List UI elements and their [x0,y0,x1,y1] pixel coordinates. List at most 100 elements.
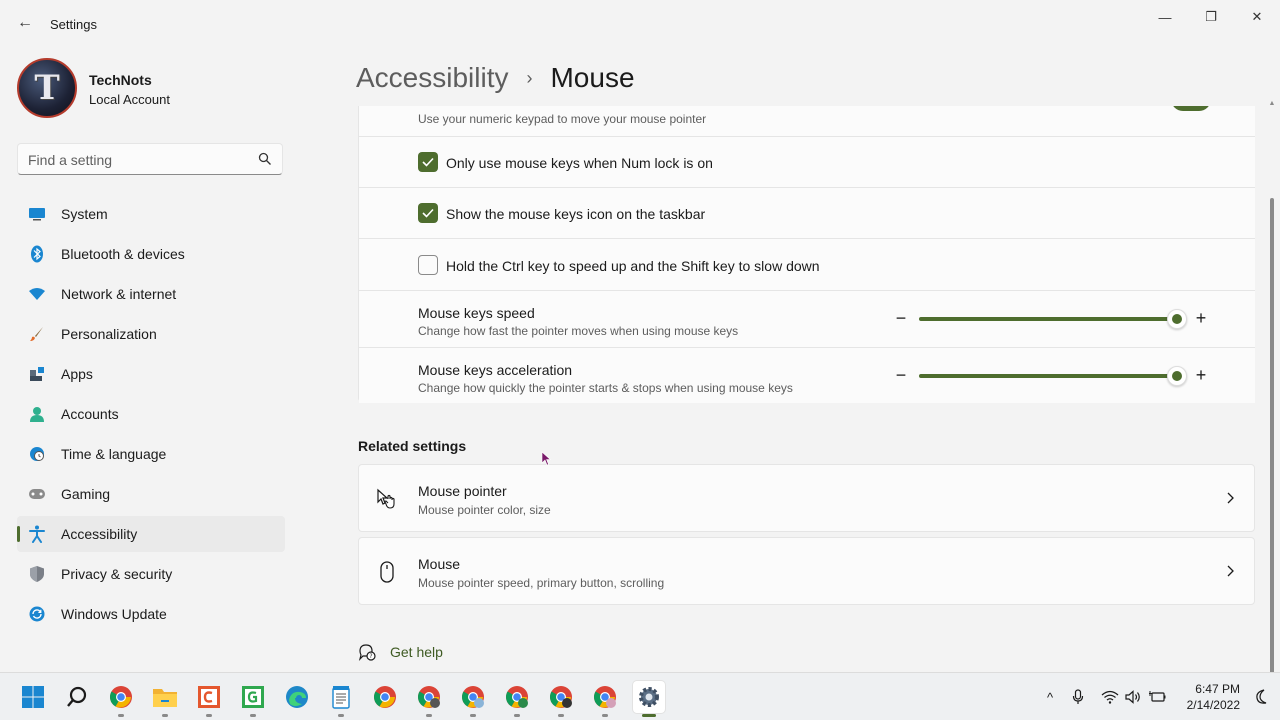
acceleration-title: Mouse keys acceleration [418,362,573,378]
breadcrumb-parent[interactable]: Accessibility [356,62,508,94]
app-title: Settings [50,17,97,32]
taskbar-settings[interactable] [633,681,665,717]
scroll-thumb[interactable] [1270,198,1274,720]
chevron-right-icon [1227,492,1234,504]
chrome-icon [462,686,484,708]
taskbar-chrome-3[interactable] [413,681,445,717]
sidebar-item-label: Network & internet [61,286,177,302]
taskbar-edge[interactable] [281,681,313,713]
user-profile[interactable]: T TechNots Local Account [17,58,317,120]
sidebar-item-privacy[interactable]: Privacy & security [17,556,285,592]
acceleration-slider-thumb[interactable] [1167,366,1187,386]
acceleration-increase-button[interactable]: + [1193,365,1209,385]
mouse-keys-header-row: Use your numeric keypad to move your mou… [359,106,1255,137]
settings-gear-icon [639,687,659,707]
volume-icon[interactable] [1125,688,1143,706]
checkbox-num-lock[interactable] [418,152,438,172]
update-icon [28,605,46,623]
mouse-pointer-link[interactable]: Mouse pointer Mouse pointer color, size [358,464,1255,532]
sidebar-item-label: Windows Update [61,606,167,622]
chrome-icon [594,686,616,708]
sidebar-item-gaming[interactable]: Gaming [17,476,285,512]
sidebar-item-label: System [61,206,108,222]
wifi-icon[interactable] [1101,688,1119,706]
get-help-link[interactable]: ? Get help [358,640,443,664]
link-subtitle: Mouse pointer color, size [418,503,551,517]
speed-slider[interactable] [919,317,1177,321]
option-row[interactable]: Only use mouse keys when Num lock is on [359,137,1255,188]
taskbar-chrome-2[interactable] [369,681,401,713]
search-input[interactable]: Find a setting [28,152,112,168]
sidebar-item-label: Time & language [61,446,167,462]
title-bar: ← Settings — ❐ ✕ [0,0,1280,48]
sidebar-item-accounts[interactable]: Accounts [17,396,285,432]
start-button[interactable] [17,681,49,713]
taskbar-jetbrains-g[interactable] [237,681,269,717]
breadcrumb-separator: › [526,67,533,88]
sidebar-item-system[interactable]: System [17,196,285,232]
speed-increase-button[interactable]: + [1193,308,1209,328]
speed-title: Mouse keys speed [418,305,535,321]
mouse-link[interactable]: Mouse Mouse pointer speed, primary butto… [358,537,1255,605]
checkbox-label: Hold the Ctrl key to speed up and the Sh… [446,258,820,274]
sidebar-item-network[interactable]: Network & internet [17,276,285,312]
tray-overflow-button[interactable]: ^ [1041,688,1059,706]
sidebar-item-apps[interactable]: Apps [17,356,285,392]
focus-assist-moon-icon[interactable] [1252,688,1270,706]
minimize-button[interactable]: — [1142,6,1188,28]
get-help-label: Get help [390,644,443,660]
main-content: Use your numeric keypad to move your mou… [358,106,1255,672]
chrome-icon [418,686,440,708]
taskbar-chrome-6[interactable] [545,681,577,717]
system-icon [28,205,46,223]
mouse-cursor-icon [541,451,552,466]
taskbar-chrome-1[interactable] [105,681,137,717]
avatar: T [17,58,77,118]
scroll-down-arrow[interactable]: ▼ [1268,658,1276,666]
mouse-keys-subtitle: Use your numeric keypad to move your mou… [418,112,707,126]
speed-decrease-button[interactable]: − [893,308,909,328]
sidebar-item-windows-update[interactable]: Windows Update [17,596,285,632]
close-button[interactable]: ✕ [1234,6,1280,28]
speed-slider-thumb[interactable] [1167,309,1187,329]
microphone-icon[interactable] [1069,688,1087,706]
mouse-pointer-icon [377,488,395,509]
checkbox-taskbar-icon[interactable] [418,203,438,223]
taskbar-notepad[interactable] [325,681,357,717]
option-row[interactable]: Hold the Ctrl key to speed up and the Sh… [359,239,1255,291]
sidebar-item-personalization[interactable]: Personalization [17,316,285,352]
sidebar-item-accessibility[interactable]: Accessibility [17,516,285,552]
maximize-button[interactable]: ❐ [1188,6,1234,28]
taskbar-file-explorer[interactable] [149,681,181,717]
acceleration-slider[interactable] [919,374,1177,378]
mouse-keys-acceleration-row: Mouse keys acceleration Change how quick… [359,348,1255,403]
search-box[interactable]: Find a setting [17,143,283,175]
option-row[interactable]: Show the mouse keys icon on the taskbar [359,188,1255,239]
taskbar-search-button[interactable] [61,681,93,713]
taskbar-chrome-4[interactable] [457,681,489,717]
profile-account-type: Local Account [89,92,170,107]
battery-icon[interactable] [1149,688,1167,706]
notepad-icon [332,686,350,709]
sidebar-item-bluetooth[interactable]: Bluetooth & devices [17,236,285,272]
sidebar-item-time-language[interactable]: Time & language [17,436,285,472]
accessibility-icon [28,525,46,543]
mouse-keys-toggle[interactable] [1171,106,1211,111]
help-icon: ? [358,644,376,661]
scroll-up-arrow[interactable]: ▲ [1268,100,1276,108]
chrome-icon [550,686,572,708]
checkbox-label: Show the mouse keys icon on the taskbar [446,206,706,222]
svg-text:?: ? [369,653,372,660]
taskbar-chrome-5[interactable] [501,681,533,717]
checkbox-ctrl-shift[interactable] [418,255,438,275]
start-icon [22,686,44,708]
acceleration-decrease-button[interactable]: − [893,365,909,385]
taskbar-jetbrains-c[interactable] [193,681,225,717]
taskbar-chrome-7[interactable] [589,681,621,717]
globe-clock-icon [28,445,46,463]
taskbar-clock[interactable]: 6:47 PM 2/14/2022 [1180,681,1240,713]
brush-icon [28,325,46,343]
scrollbar[interactable]: ▲ ▼ [1268,100,1276,720]
sidebar-item-label: Accounts [61,406,119,422]
back-button[interactable]: ← [14,12,36,34]
